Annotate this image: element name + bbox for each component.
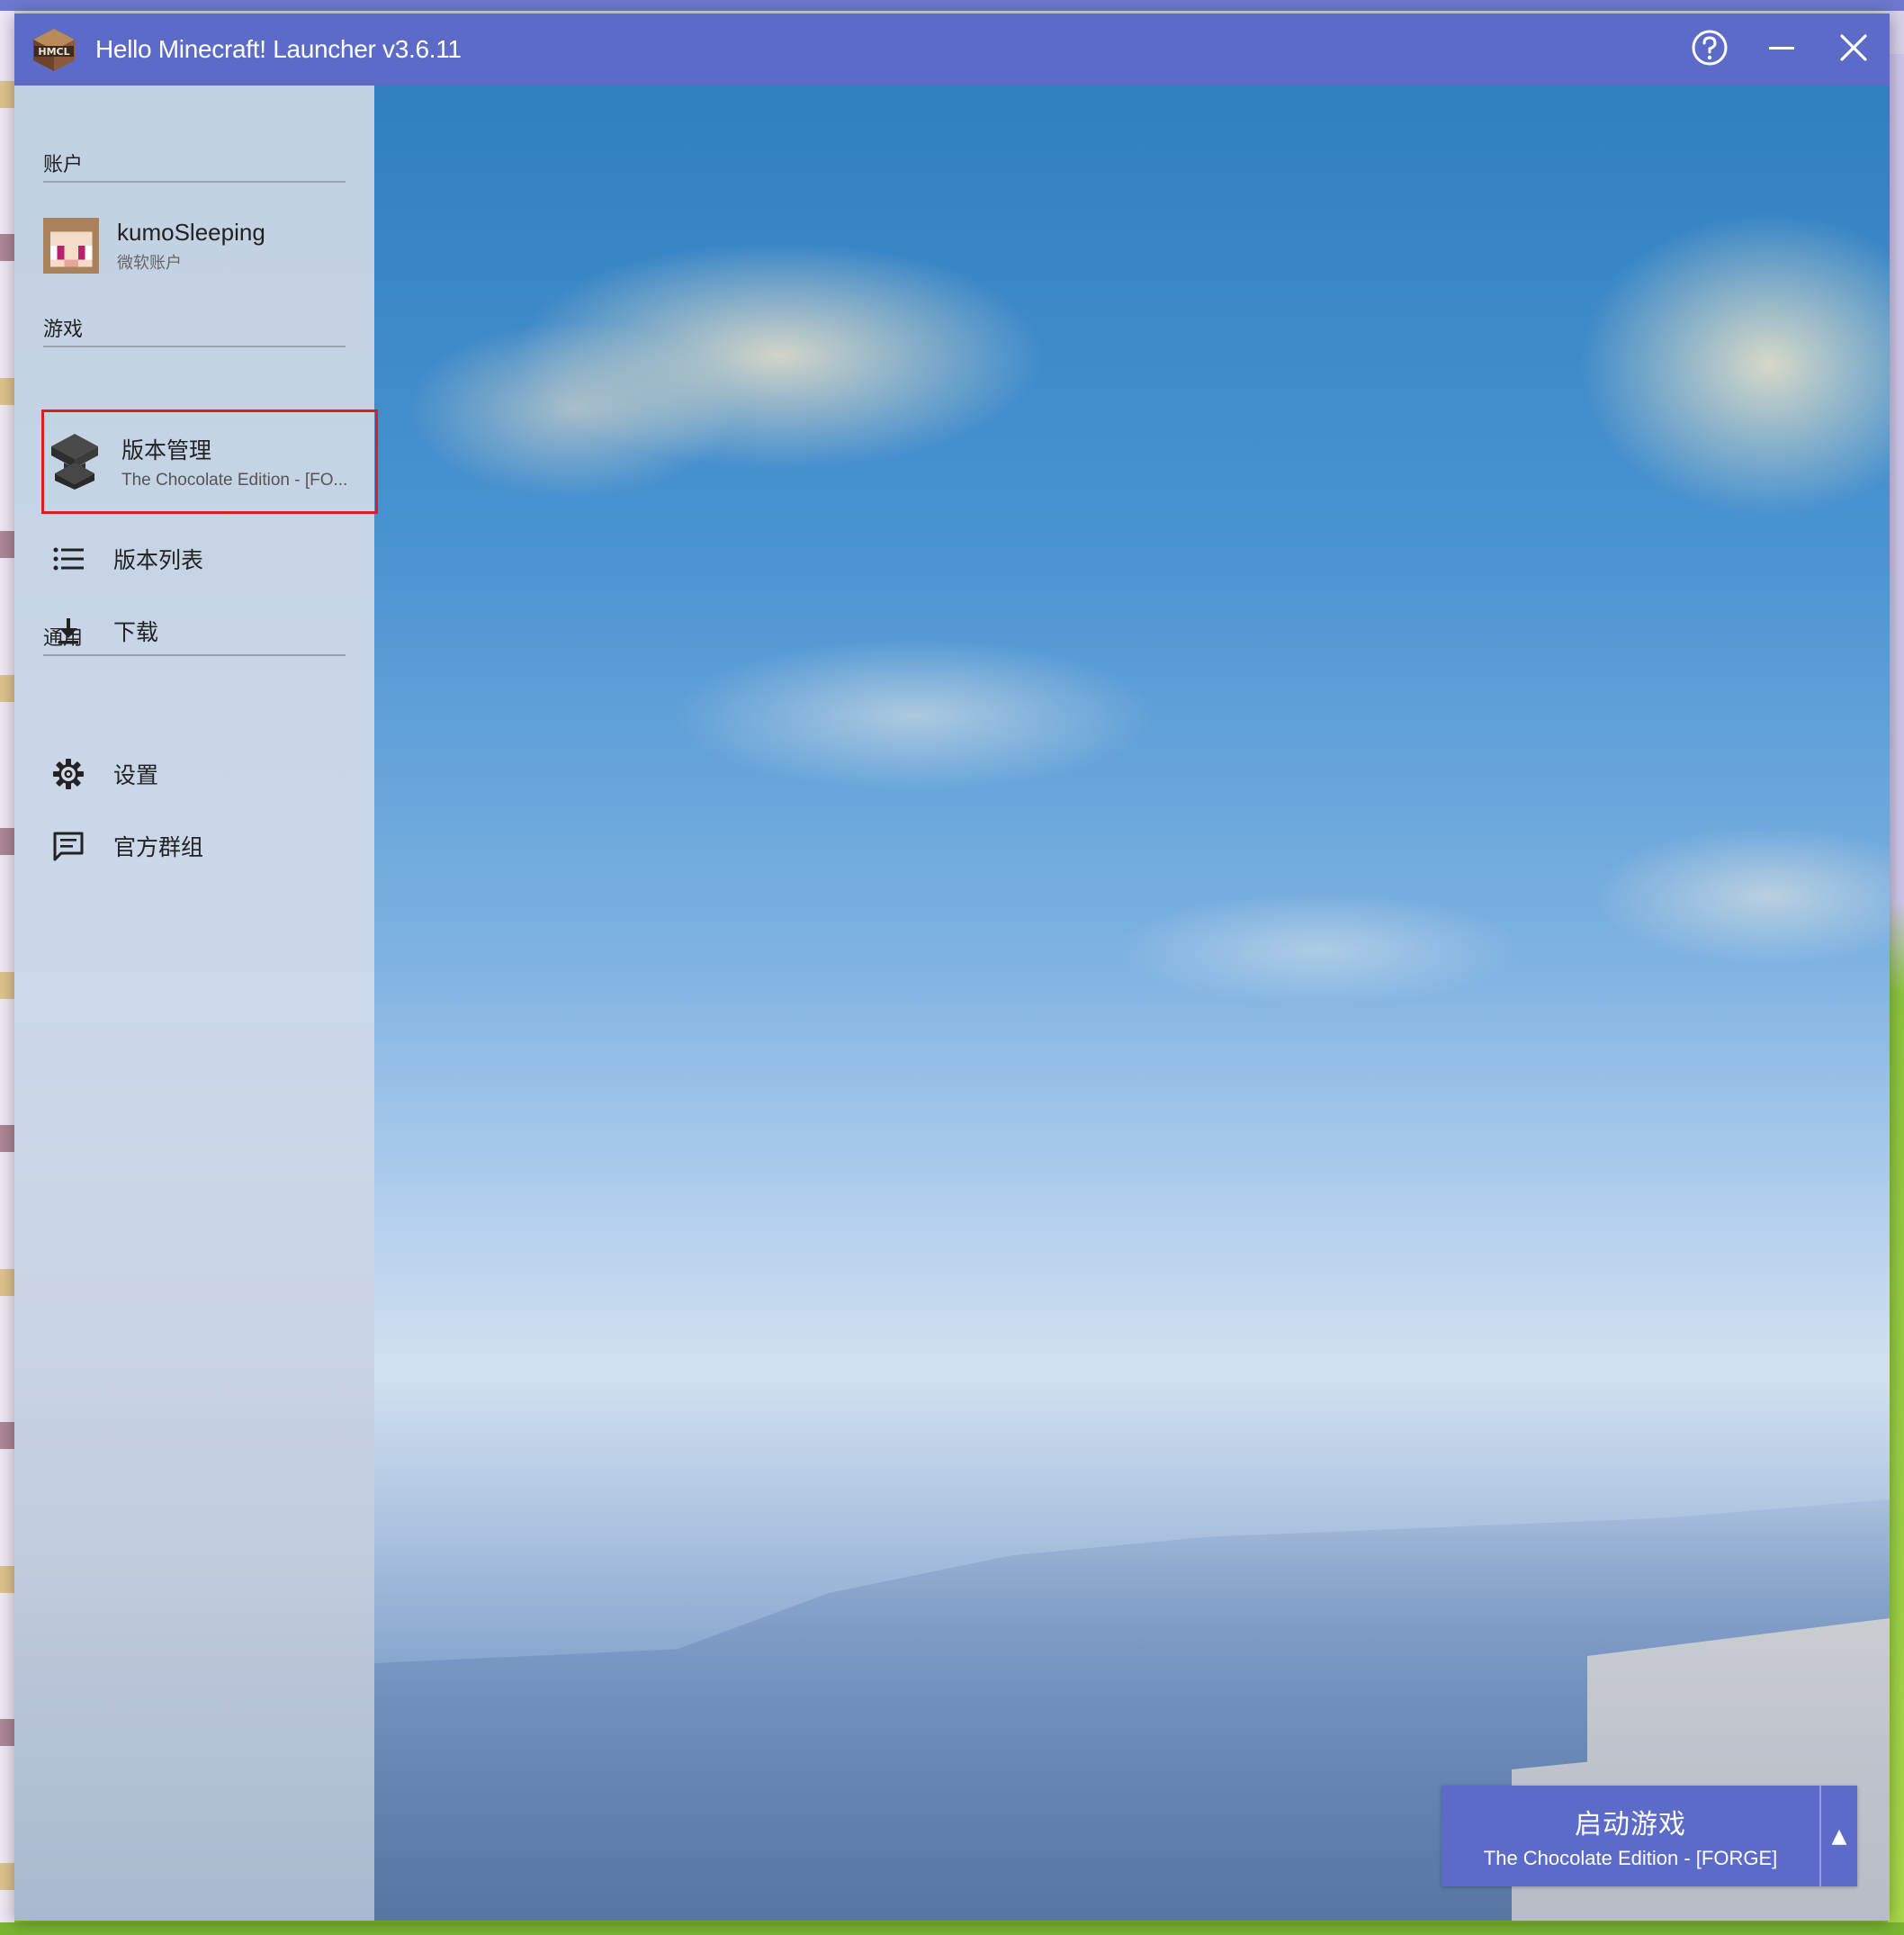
sidebar-item-label: 设置 <box>113 762 159 788</box>
version-management-item[interactable]: 版本管理 The Chocolate Edition - [FO... <box>41 410 378 514</box>
launch-title: 启动游戏 <box>1575 1809 1686 1840</box>
svg-text:HMCL: HMCL <box>38 46 69 58</box>
minimize-icon <box>1767 33 1796 66</box>
version-item-text: 版本管理 The Chocolate Edition - [FO... <box>121 433 355 490</box>
hmcl-logo-icon: HMCL <box>31 26 77 73</box>
section-header-game: 游戏 <box>43 313 346 347</box>
avatar <box>43 218 99 274</box>
sidebar-item-label: 官方群组 <box>113 834 204 860</box>
sidebar-item-version-list[interactable]: 版本列表 <box>50 532 356 586</box>
account-name: kumoSleeping <box>117 218 265 246</box>
account-type: 微软账户 <box>117 253 182 273</box>
help-button[interactable] <box>1674 14 1746 86</box>
close-button[interactable] <box>1818 14 1890 86</box>
title-bar[interactable]: HMCL Hello Minecraft! Launcher v3.6.11 <box>14 14 1890 86</box>
close-icon <box>1839 33 1868 66</box>
version-item-title: 版本管理 <box>121 437 212 464</box>
launch-game-button[interactable]: 启动游戏 The Chocolate Edition - [FORGE] ▲ <box>1441 1786 1857 1886</box>
gear-icon <box>50 756 86 792</box>
sidebar-item-settings[interactable]: 设置 <box>50 747 356 801</box>
sidebar: 账户 kumoSleeping 微软账户 游戏 版本管理 The Chocola… <box>14 86 378 1921</box>
section-header-account: 账户 <box>43 148 346 183</box>
desktop-left-edge <box>0 81 14 1908</box>
account-item[interactable]: kumoSleeping 微软账户 <box>43 210 349 282</box>
anvil-icon <box>48 432 102 491</box>
minimize-button[interactable] <box>1746 14 1818 86</box>
launch-subtitle: The Chocolate Edition - [FORGE] <box>1483 1847 1778 1869</box>
list-icon <box>50 541 86 577</box>
sidebar-item-official-group[interactable]: 官方群组 <box>50 819 356 873</box>
account-text: kumoSleeping 微软账户 <box>117 219 265 274</box>
launch-main[interactable]: 启动游戏 The Chocolate Edition - [FORGE] <box>1441 1786 1819 1886</box>
help-icon <box>1690 28 1729 71</box>
window-controls <box>1674 14 1890 86</box>
version-item-subtitle: The Chocolate Edition - [FO... <box>121 471 348 490</box>
chat-icon <box>50 828 86 864</box>
version-select-arrow-icon[interactable]: ▲ <box>1821 1786 1857 1886</box>
sidebar-item-label: 版本列表 <box>113 547 204 573</box>
launcher-window: HMCL Hello Minecraft! Launcher v3.6.11 账… <box>14 14 1890 1921</box>
desktop-bottom-edge <box>0 1922 1904 1935</box>
desktop-right-edge <box>1888 54 1904 1935</box>
window-title: Hello Minecraft! Launcher v3.6.11 <box>95 35 462 63</box>
section-header-general: 通用 <box>43 622 346 656</box>
